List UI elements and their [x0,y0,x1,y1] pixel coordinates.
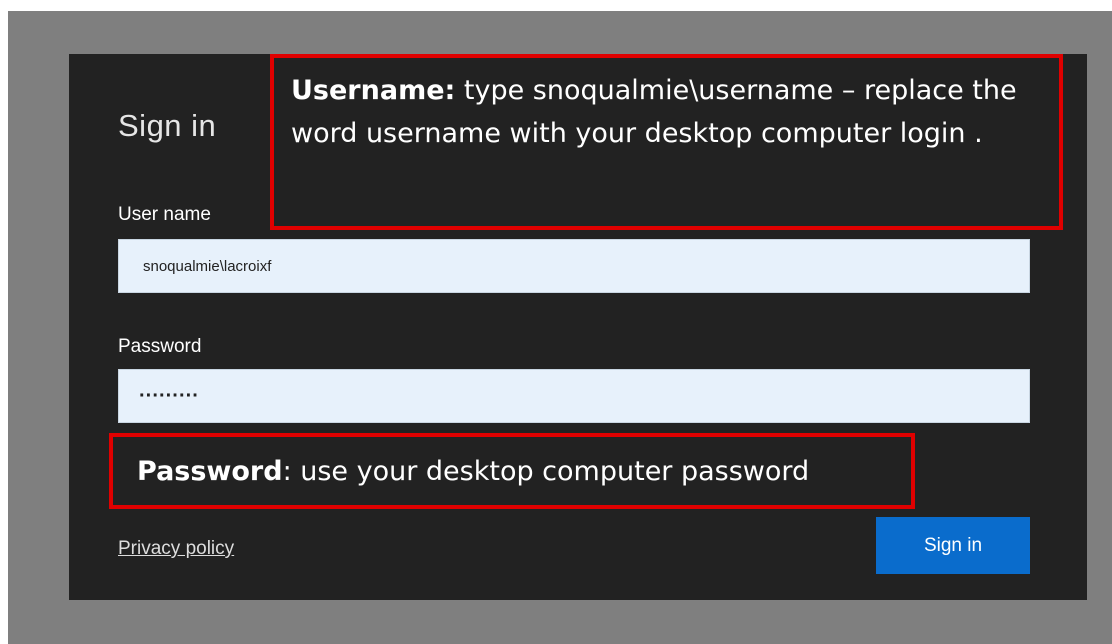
privacy-policy-link[interactable]: Privacy policy [118,538,234,560]
password-input[interactable]: ········· [118,369,1030,423]
username-label: User name [118,204,211,225]
password-callout-text: : use your desktop computer password [282,456,810,487]
page-title: Sign in [118,108,217,143]
username-input[interactable]: snoqualmie\lacroixf [118,239,1030,293]
password-instruction-callout: Password: use your desktop computer pass… [109,433,915,509]
password-callout-heading: Password [137,456,283,487]
username-instruction-callout: Username: type snoqualmie\username – rep… [270,54,1063,230]
password-value: ········· [139,384,199,407]
username-value: snoqualmie\lacroixf [143,257,272,275]
username-callout-heading: Username: [291,75,456,106]
password-label: Password [118,336,202,357]
sign-in-button[interactable]: Sign in [876,517,1030,574]
